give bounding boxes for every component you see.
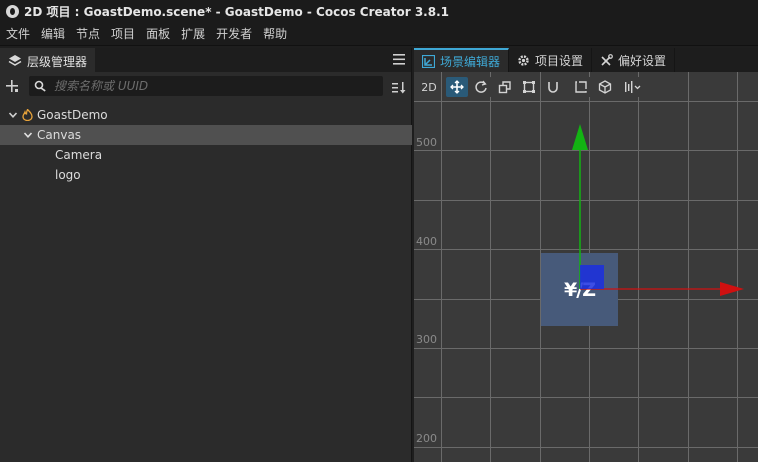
rect-transform-icon xyxy=(523,81,535,93)
mode-2d-button[interactable]: 2D xyxy=(418,77,440,97)
rotate-tool-button[interactable] xyxy=(470,77,492,97)
menu-extension[interactable]: 扩展 xyxy=(181,25,205,42)
scene-viewport[interactable]: 500 400 300 200 ¥/Z xyxy=(414,72,758,462)
tree-node-label: Canvas xyxy=(37,128,82,142)
menu-panel[interactable]: 面板 xyxy=(146,25,170,42)
scene-editor-icon xyxy=(422,54,435,68)
tree-node-logo[interactable]: logo xyxy=(0,165,412,185)
scale-icon xyxy=(498,81,511,94)
move-gizmo[interactable] xyxy=(414,72,758,462)
menu-edit[interactable]: 编辑 xyxy=(41,25,65,42)
menu-bar: 文件 编辑 节点 项目 面板 扩展 开发者 帮助 xyxy=(0,22,758,46)
hierarchy-tab-bar: 层级管理器 xyxy=(0,48,411,72)
menu-help[interactable]: 帮助 xyxy=(263,25,287,42)
cocos-app-icon xyxy=(6,4,19,18)
tree-node-camera[interactable]: Camera xyxy=(0,145,412,165)
magnet-icon xyxy=(548,82,558,93)
menu-project[interactable]: 项目 xyxy=(111,25,135,42)
window-title: 2D 项目 : GoastDemo.scene* - GoastDemo - C… xyxy=(24,4,449,19)
rect-tool-button[interactable] xyxy=(518,77,540,97)
fire-icon xyxy=(22,109,33,121)
move-arrows-icon xyxy=(450,80,464,94)
scene-tab-bar: 场景编辑器 项目设置 偏好设置 xyxy=(414,48,758,72)
search-input[interactable] xyxy=(54,79,354,93)
menu-developer[interactable]: 开发者 xyxy=(216,25,252,42)
gear-icon xyxy=(518,54,529,66)
tree-node-canvas[interactable]: Canvas xyxy=(0,125,412,145)
menu-file[interactable]: 文件 xyxy=(6,25,30,42)
tab-preferences[interactable]: 偏好设置 xyxy=(592,48,676,72)
node-tree: GoastDemo Canvas Camera logo xyxy=(0,105,412,185)
align-tools-button[interactable] xyxy=(622,77,644,97)
y-axis-arrow-icon[interactable] xyxy=(572,124,588,150)
chevron-down-icon[interactable] xyxy=(23,130,33,140)
tab-scene-editor-label: 场景编辑器 xyxy=(440,54,501,69)
hamburger-menu-icon[interactable] xyxy=(393,54,405,65)
add-node-icon[interactable] xyxy=(5,79,19,93)
rotate-icon xyxy=(475,80,487,93)
tab-project-settings-label: 项目设置 xyxy=(535,53,584,68)
tab-project-settings[interactable]: 项目设置 xyxy=(509,48,593,72)
pivot-icon xyxy=(575,81,587,93)
tab-hierarchy-label: 层级管理器 xyxy=(27,54,88,69)
hierarchy-toolbar xyxy=(0,72,411,100)
tree-node-label: logo xyxy=(55,168,81,182)
tab-preferences-label: 偏好设置 xyxy=(618,53,667,68)
align-chevron-icon xyxy=(625,81,641,93)
move-tool-button[interactable] xyxy=(446,77,468,97)
cube-icon xyxy=(598,80,612,94)
title-bar: 2D 项目 : GoastDemo.scene* - GoastDemo - C… xyxy=(0,0,758,22)
tab-hierarchy[interactable]: 层级管理器 xyxy=(0,48,96,72)
snap-tool-button[interactable] xyxy=(542,77,564,97)
search-icon xyxy=(34,80,46,92)
xy-plane-handle[interactable] xyxy=(580,265,604,289)
tab-scene-editor[interactable]: 场景编辑器 xyxy=(414,48,510,72)
chevron-down-icon[interactable] xyxy=(8,110,18,120)
hierarchy-panel: 层级管理器 搜索名称或 UUID GoastDemo Canvas Camera… xyxy=(0,48,412,462)
scale-tool-button[interactable] xyxy=(494,77,516,97)
tree-node-goastdemo[interactable]: GoastDemo xyxy=(0,105,412,125)
layers-icon xyxy=(8,55,22,66)
local-global-toggle-button[interactable] xyxy=(594,77,616,97)
tree-node-label: Camera xyxy=(55,148,103,162)
tree-node-label: GoastDemo xyxy=(37,108,108,122)
scene-panel: 场景编辑器 项目设置 偏好设置 500 400 300 200 ¥/Z 2D xyxy=(414,48,758,462)
pivot-toggle-button[interactable] xyxy=(570,77,592,97)
tools-icon xyxy=(601,53,613,66)
scene-toolbar: 2D xyxy=(418,76,646,98)
search-box[interactable] xyxy=(29,76,383,96)
x-axis-arrow-icon[interactable] xyxy=(720,282,744,296)
menu-node[interactable]: 节点 xyxy=(76,25,100,42)
sort-icon[interactable] xyxy=(391,81,407,95)
